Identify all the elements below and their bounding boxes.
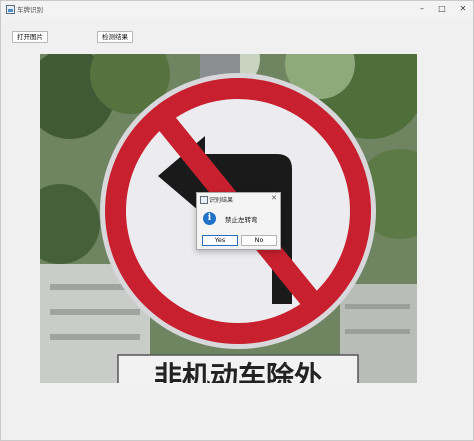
title-bar[interactable]: 车牌识别 – □ ✕ <box>1 1 473 17</box>
close-button[interactable]: ✕ <box>456 3 470 14</box>
no-button[interactable]: No <box>241 235 277 246</box>
dialog-title: 识别结果 <box>209 197 234 204</box>
yes-button[interactable]: Yes <box>202 235 238 246</box>
app-icon <box>6 5 15 14</box>
dialog-close-button[interactable]: ✕ <box>271 194 277 202</box>
main-window: 车牌识别 – □ ✕ 打开图片 检测结果 非机动车除外 识别结果 ✕ i 禁止左… <box>0 0 474 441</box>
info-icon: i <box>203 212 216 225</box>
window-title: 车牌识别 <box>17 6 43 14</box>
open-image-button[interactable]: 打开图片 <box>12 31 48 43</box>
dialog-title-bar[interactable]: 识别结果 ✕ <box>197 193 280 206</box>
dialog-app-icon <box>200 196 208 204</box>
detect-result-button[interactable]: 检测结果 <box>97 31 133 43</box>
maximize-button[interactable]: □ <box>435 3 449 14</box>
minimize-button[interactable]: – <box>415 3 429 14</box>
sign-plate-text: 非机动车除外 <box>154 360 322 383</box>
result-dialog: 识别结果 ✕ i 禁止左转弯 Yes No <box>196 192 281 250</box>
dialog-message: 禁止左转弯 <box>225 216 258 224</box>
